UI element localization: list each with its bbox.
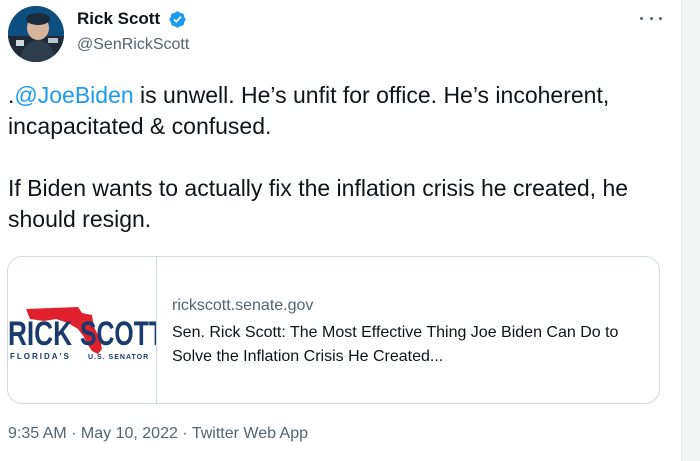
tweet-date[interactable]: May 10, 2022 [81, 425, 178, 442]
tweet-source[interactable]: Twitter Web App [192, 425, 308, 442]
logo-sub-left: FLORIDA'S [10, 352, 71, 361]
author-handle[interactable]: @SenRickScott [77, 36, 189, 54]
rick-scott-logo: RICK SCOTT FLORIDA'S U.S. SENATOR [8, 257, 164, 403]
card-title: Sen. Rick Scott: The Most Effective Thin… [172, 324, 619, 365]
more-dot [640, 16, 643, 20]
tweet-time[interactable]: 9:35 AM [8, 425, 67, 442]
author-name[interactable]: Rick Scott [77, 9, 160, 29]
logo-word-1: RICK [8, 315, 72, 353]
logo-sub-right: U.S. SENATOR [88, 354, 149, 361]
more-dot [659, 16, 662, 20]
tweet-paragraph-1: .@JoeBiden is unwell. He’s unfit for off… [8, 80, 648, 142]
avatar-image [8, 6, 64, 62]
tweet-paragraph-2: If Biden wants to actually fix the infla… [8, 175, 629, 232]
more-options-icon[interactable] [640, 8, 662, 28]
avatar[interactable] [8, 6, 64, 62]
scrollbar-track[interactable] [681, 0, 700, 461]
meta-separator: · [66, 425, 81, 442]
tweet-meta: 9:35 AM · May 10, 2022 · Twitter Web App [8, 425, 308, 443]
logo-word-2: SCOTT [80, 315, 156, 353]
link-card[interactable]: RICK SCOTT FLORIDA'S U.S. SENATOR ricksc… [7, 256, 660, 404]
card-domain: rickscott.senate.gov [172, 297, 314, 314]
mention-link[interactable]: @JoeBiden [14, 82, 133, 108]
card-thumbnail[interactable]: RICK SCOTT FLORIDA'S U.S. SENATOR [8, 257, 164, 403]
verified-badge-icon [169, 11, 186, 28]
more-dot [649, 16, 653, 20]
tweet-text: .@JoeBiden is unwell. He’s unfit for off… [8, 80, 648, 235]
meta-separator: · [177, 425, 192, 442]
